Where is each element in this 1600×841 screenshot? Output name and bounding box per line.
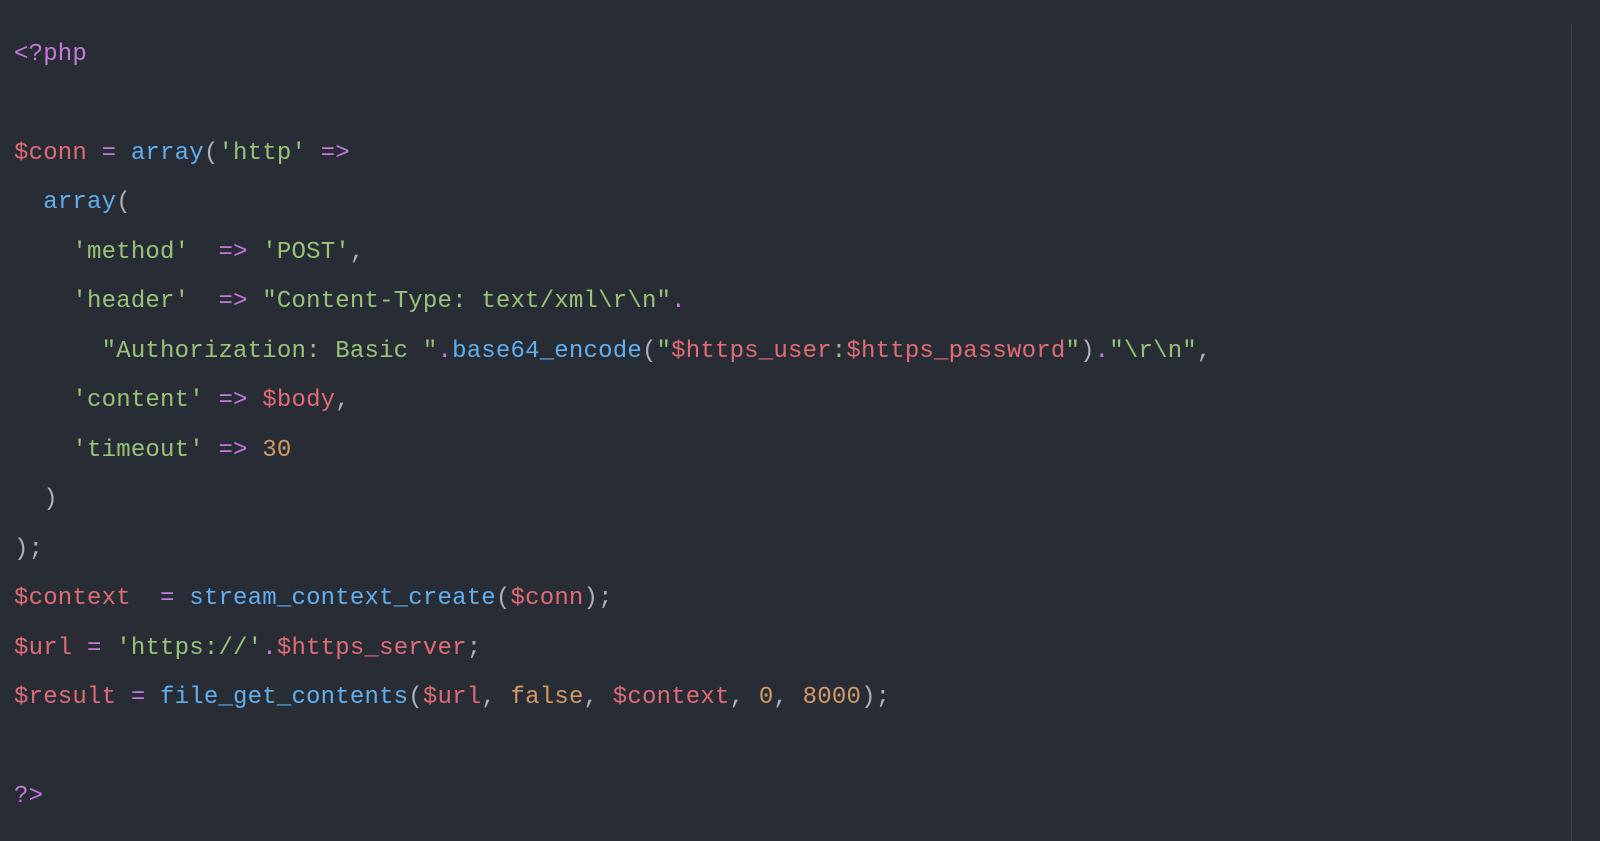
fn-array: array — [43, 189, 116, 216]
paren-open: ( — [496, 585, 511, 612]
str-content-type: "Content-Type: text/xml\r\n" — [262, 288, 671, 315]
var-https-user: $https_user — [671, 338, 832, 365]
op-dot: . — [262, 635, 277, 662]
op-arrow: => — [204, 437, 262, 464]
op-dot: . — [1095, 338, 1110, 365]
op-assign: = — [145, 585, 189, 612]
comma: , — [1197, 338, 1212, 365]
str-colon: : — [832, 338, 847, 365]
op-assign: = — [116, 684, 160, 711]
bool-false: false — [511, 684, 584, 711]
var-context: $context — [14, 585, 131, 612]
var-result: $result — [14, 684, 116, 711]
op-assign: = — [72, 635, 116, 662]
var-url: $url — [14, 635, 72, 662]
paren-close: ) — [43, 486, 58, 513]
comma: , — [350, 239, 365, 266]
semicolon: ; — [29, 536, 44, 563]
num-timeout: 30 — [262, 437, 291, 464]
str-header-key: 'header' — [72, 288, 189, 315]
op-arrow: => — [204, 387, 262, 414]
str-crlf: "\r\n" — [1109, 338, 1197, 365]
op-dot: . — [671, 288, 686, 315]
num-zero: 0 — [759, 684, 774, 711]
var-url: $url — [423, 684, 481, 711]
var-conn: $conn — [511, 585, 584, 612]
str-content-key: 'content' — [72, 387, 203, 414]
str-quote-close: " — [1065, 338, 1080, 365]
fn-base64-encode: base64_encode — [452, 338, 642, 365]
comma: , — [481, 684, 496, 711]
var-body: $body — [262, 387, 335, 414]
php-open-tag: <?php — [14, 41, 87, 68]
paren-open: ( — [116, 189, 131, 216]
paren-close: ) — [584, 585, 599, 612]
comma: , — [773, 684, 788, 711]
comma: , — [584, 684, 599, 711]
num-max: 8000 — [803, 684, 861, 711]
op-arrow: => — [204, 288, 262, 315]
fn-stream-context-create: stream_context_create — [189, 585, 496, 612]
paren-close: ) — [861, 684, 876, 711]
fn-array: array — [131, 140, 204, 167]
paren-open: ( — [642, 338, 657, 365]
var-https-server: $https_server — [277, 635, 467, 662]
semicolon: ; — [598, 585, 613, 612]
semicolon: ; — [467, 635, 482, 662]
str-auth: "Authorization: Basic " — [102, 338, 438, 365]
paren-close: ) — [1080, 338, 1095, 365]
paren-open: ( — [408, 684, 423, 711]
var-conn: $conn — [14, 140, 87, 167]
code-editor[interactable]: <?php $conn = array('http' => array( 'me… — [0, 24, 1600, 841]
paren-open: ( — [204, 140, 219, 167]
op-arrow: => — [204, 239, 262, 266]
php-close-tag: ?> — [14, 783, 43, 810]
str-https: 'https://' — [116, 635, 262, 662]
op-assign: = — [87, 140, 131, 167]
op-dot: . — [437, 338, 452, 365]
editor-ruler — [1571, 24, 1572, 841]
str-method-val: 'POST' — [262, 239, 350, 266]
var-context: $context — [613, 684, 730, 711]
str-quote-open: " — [657, 338, 672, 365]
semicolon: ; — [876, 684, 891, 711]
str-http: 'http' — [218, 140, 306, 167]
fn-file-get-contents: file_get_contents — [160, 684, 408, 711]
comma: , — [335, 387, 350, 414]
str-method-key: 'method' — [72, 239, 189, 266]
paren-close: ) — [14, 536, 29, 563]
comma: , — [730, 684, 745, 711]
var-https-password: $https_password — [846, 338, 1065, 365]
op-arrow: => — [306, 140, 364, 167]
str-timeout-key: 'timeout' — [72, 437, 203, 464]
